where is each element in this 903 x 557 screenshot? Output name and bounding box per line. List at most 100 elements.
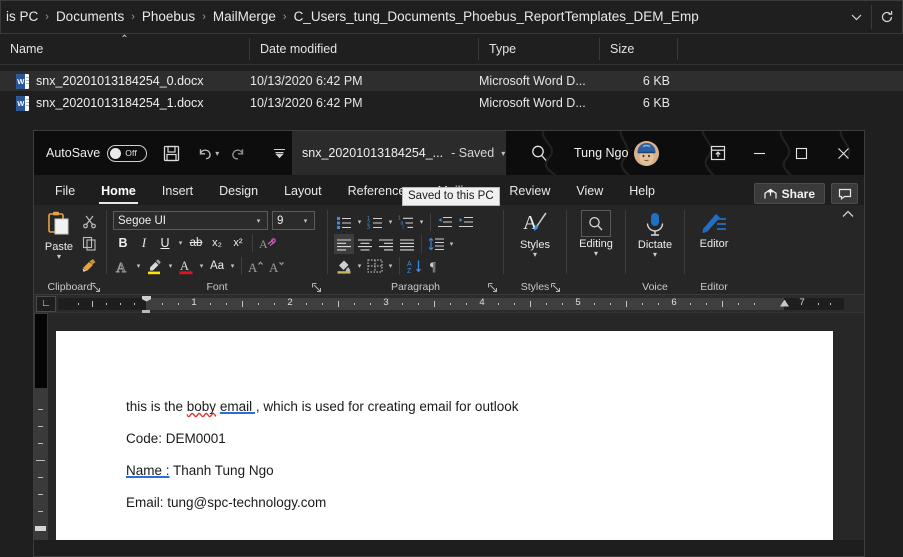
superscript-button[interactable]: x² [228, 233, 248, 253]
chevron-down-icon[interactable]: ▾ [301, 217, 310, 225]
redo-icon[interactable] [223, 138, 251, 168]
vertical-indent-marker-icon[interactable] [35, 526, 46, 531]
minimize-button[interactable] [738, 131, 780, 175]
autosave-toggle[interactable]: Off [107, 144, 148, 162]
font-color-dropdown-icon[interactable]: ▾ [197, 262, 206, 270]
breadcrumb-item-4[interactable]: C_Users_tung_Documents_Phoebus_ReportTem… [289, 5, 704, 29]
chevron-down-icon[interactable]: ▾ [594, 250, 598, 258]
autosave-control[interactable]: AutoSave Off [46, 144, 148, 162]
font-family-combobox[interactable]: Segoe UI ▾ [113, 211, 268, 230]
show-paragraph-marks-button[interactable]: ¶ [425, 256, 445, 276]
chevron-down-icon[interactable]: ▾ [501, 149, 505, 158]
subscript-button[interactable]: x₂ [207, 233, 227, 253]
dictate-button[interactable]: Dictate ▾ [632, 208, 678, 259]
font-dialog-launcher-icon[interactable] [312, 283, 323, 294]
justify-button[interactable] [397, 234, 417, 254]
multilevel-dropdown-icon[interactable]: ▾ [417, 218, 426, 226]
clipboard-dialog-launcher-icon[interactable] [91, 283, 102, 294]
borders-button[interactable] [365, 256, 385, 276]
line-spacing-dropdown-icon[interactable]: ▾ [447, 240, 456, 248]
breadcrumb-item-2[interactable]: Phoebus [137, 5, 200, 29]
close-button[interactable] [822, 131, 864, 175]
vertical-ruler[interactable] [34, 313, 48, 540]
breadcrumb-item-1[interactable]: Documents [51, 5, 129, 29]
share-button[interactable]: Share [753, 183, 825, 204]
cut-button[interactable] [78, 211, 100, 232]
column-header-date-modified[interactable]: Date modified [250, 38, 479, 60]
change-case-dropdown-icon[interactable]: ▾ [228, 262, 237, 270]
tab-insert[interactable]: Insert [149, 179, 206, 205]
align-right-button[interactable] [376, 234, 396, 254]
tab-review[interactable]: Review [496, 179, 563, 205]
font-size-combobox[interactable]: 9 ▾ [272, 211, 315, 230]
sort-button[interactable]: A Z [404, 256, 424, 276]
numbering-dropdown-icon[interactable]: ▾ [386, 218, 395, 226]
increase-indent-button[interactable] [456, 212, 476, 232]
underline-dropdown-icon[interactable]: ▾ [176, 239, 185, 247]
decrease-indent-button[interactable] [435, 212, 455, 232]
change-case-button[interactable]: Aa [207, 256, 227, 276]
breadcrumb-item-0[interactable]: is PC [1, 5, 43, 29]
table-row[interactable]: W snx_20201013184254_1.docx 10/13/2020 6… [0, 93, 903, 113]
shading-button[interactable] [334, 256, 354, 276]
font-color-button[interactable]: A [176, 256, 196, 276]
chevron-down-icon[interactable]: ▾ [57, 253, 61, 261]
chevron-down-icon[interactable]: ▾ [653, 251, 657, 259]
comments-button[interactable] [831, 183, 858, 204]
tab-file[interactable]: File [42, 179, 88, 205]
align-left-button[interactable] [334, 234, 354, 254]
vertical-scrollbar-thumb[interactable] [35, 314, 47, 388]
undo-dropdown-icon[interactable]: ▾ [215, 149, 219, 158]
chevron-down-icon[interactable]: ▾ [254, 217, 263, 225]
editing-button[interactable]: Editing ▾ [573, 208, 619, 258]
customize-quick-access-toolbar-icon[interactable] [265, 138, 293, 168]
column-header-type[interactable]: Type [479, 38, 600, 60]
tab-view[interactable]: View [563, 179, 616, 205]
borders-dropdown-icon[interactable]: ▾ [386, 262, 395, 270]
refresh-icon[interactable] [872, 1, 902, 33]
address-dropdown-button[interactable] [841, 1, 871, 33]
paragraph-dialog-launcher-icon[interactable] [488, 283, 499, 294]
breadcrumb-item-3[interactable]: MailMerge [208, 5, 281, 29]
styles-dialog-launcher-icon[interactable] [551, 283, 562, 294]
horizontal-ruler[interactable]: ∟ 1 2 3 4 5 6 7 [34, 295, 864, 315]
ruler-track[interactable]: 1 2 3 4 5 6 7 [58, 295, 864, 315]
styles-button[interactable]: A Styles ▾ [512, 208, 558, 259]
bold-button[interactable]: B [113, 233, 133, 253]
maximize-button[interactable] [780, 131, 822, 175]
column-header-name[interactable]: ⌃ Name [0, 34, 250, 60]
text-effects-button[interactable]: A [113, 256, 133, 276]
shading-dropdown-icon[interactable]: ▾ [355, 262, 364, 270]
column-header-size[interactable]: Size [600, 38, 678, 60]
document-title-chip[interactable]: snx_20201013184254_... - Saved ▾ [292, 131, 506, 175]
table-row[interactable]: W snx_20201013184254_0.docx 10/13/2020 6… [0, 71, 903, 91]
format-painter-button[interactable] [78, 255, 100, 276]
text-effects-dropdown-icon[interactable]: ▾ [134, 262, 143, 270]
bullet-dropdown-icon[interactable]: ▾ [355, 218, 364, 226]
search-icon[interactable] [529, 131, 550, 175]
tab-stop-selector-icon[interactable]: ∟ [36, 295, 56, 312]
highlight-dropdown-icon[interactable]: ▾ [166, 262, 175, 270]
tab-design[interactable]: Design [206, 179, 271, 205]
copy-button[interactable] [78, 233, 100, 254]
avatar[interactable] [634, 140, 660, 166]
shrink-font-button[interactable]: A [267, 256, 287, 276]
address-bar[interactable]: is PC › Documents › Phoebus › MailMerge … [0, 0, 903, 34]
strikethrough-button[interactable]: ab [186, 233, 206, 253]
editor-button[interactable]: Editor [691, 208, 737, 250]
chevron-down-icon[interactable]: ▾ [533, 251, 537, 259]
document-page[interactable]: this is the boby email , which is used f… [56, 331, 833, 540]
clear-formatting-button[interactable]: A [257, 233, 278, 253]
tab-home[interactable]: Home [88, 179, 149, 205]
align-center-button[interactable] [355, 234, 375, 254]
tab-layout[interactable]: Layout [271, 179, 335, 205]
ribbon-display-options-icon[interactable] [698, 131, 738, 175]
save-icon[interactable] [157, 138, 185, 168]
italic-button[interactable]: I [134, 233, 154, 253]
tab-help[interactable]: Help [616, 179, 668, 205]
numbered-list-button[interactable]: 1 2 3 [365, 212, 385, 232]
underline-button[interactable]: U [155, 233, 175, 253]
line-spacing-button[interactable] [426, 234, 446, 254]
account-control[interactable]: Tung Ngo [574, 131, 660, 175]
text-highlight-button[interactable] [144, 256, 165, 276]
